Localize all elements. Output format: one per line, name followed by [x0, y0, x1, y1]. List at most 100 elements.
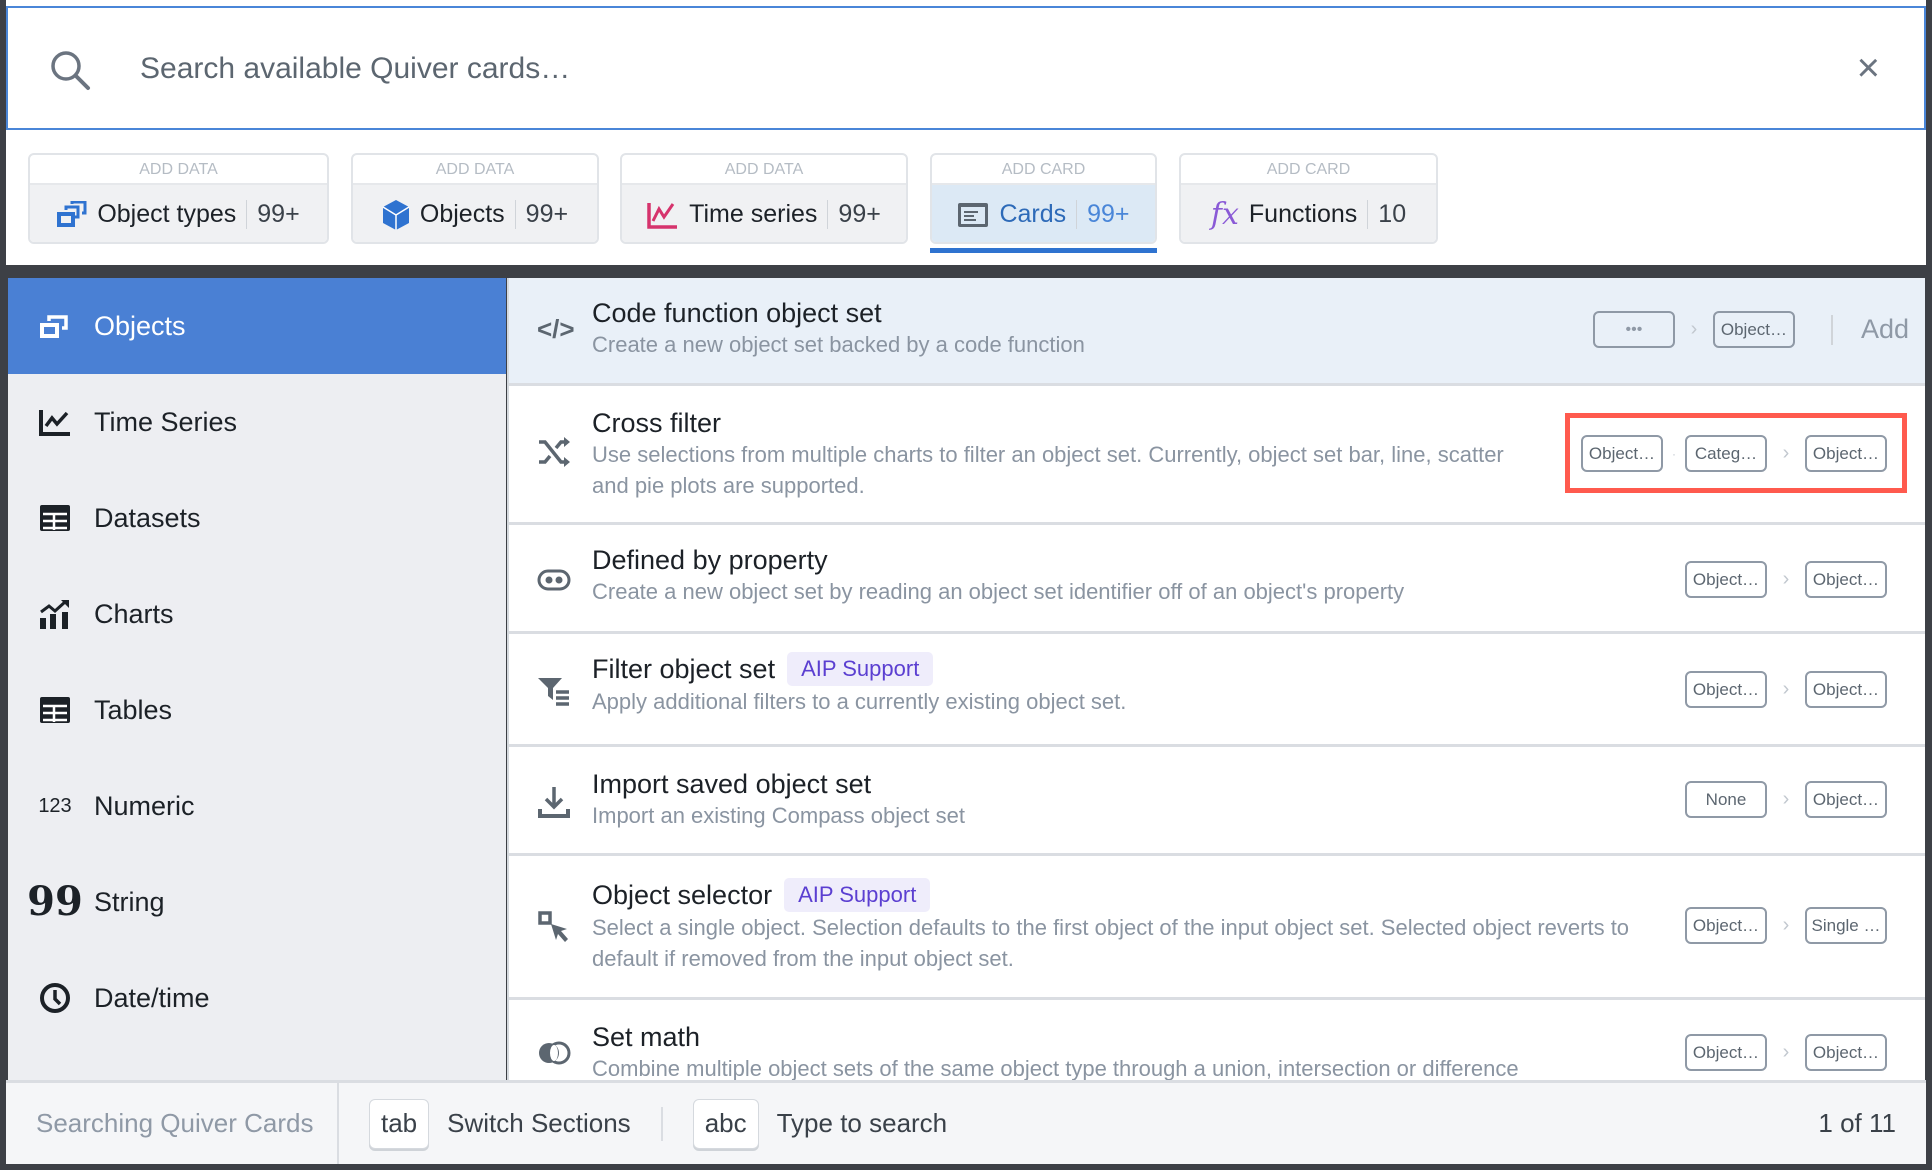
sidebar-item-objects[interactable]: Objects	[8, 278, 506, 374]
cube-icon	[382, 199, 410, 230]
chevron-right-icon: ›	[1782, 568, 1790, 590]
active-tab-indicator	[930, 248, 1157, 253]
function-icon: fx	[1210, 197, 1239, 232]
item-title: Object selector	[592, 879, 773, 910]
tab-caption: ADD CARD	[1181, 155, 1436, 185]
tab-count: 99+	[246, 200, 300, 229]
sidebar-item-datetime[interactable]: Date/time	[8, 950, 506, 1046]
tab-time-series[interactable]: ADD DATA Time series 99+	[620, 153, 908, 244]
tab-count: 99+	[1076, 200, 1130, 229]
input-pill[interactable]: None	[1685, 781, 1767, 818]
sidebar-item-string[interactable]: 99 String	[8, 854, 506, 950]
clock-icon	[38, 982, 72, 1014]
sidebar-item-tables[interactable]: Tables	[8, 662, 506, 758]
item-description: Combine multiple object sets of the same…	[592, 1056, 1519, 1080]
tab-object-types[interactable]: ADD DATA Object types 99+	[28, 153, 329, 244]
input-pill[interactable]: Object…	[1685, 561, 1767, 598]
output-pill[interactable]: Object…	[1712, 311, 1795, 348]
aip-support-badge: AIP Support	[787, 652, 934, 686]
chevron-right-icon: ›	[1690, 318, 1698, 340]
footer-bar: Searching Quiver Cards tab Switch Sectio…	[6, 1080, 1926, 1164]
item-description: Create a new object set by reading an ob…	[592, 579, 1405, 604]
timeseries-icon	[647, 202, 678, 229]
list-item-object-selector[interactable]: Object selector AIP Support Select a sing…	[509, 856, 1925, 1000]
chevron-right-icon: ›	[1782, 1041, 1790, 1063]
property-icon	[537, 569, 571, 591]
tab-count: 99+	[827, 200, 881, 229]
tab-caption: ADD DATA	[30, 155, 327, 185]
shuffle-icon	[539, 437, 570, 467]
tab-count: 10	[1367, 200, 1406, 229]
item-description: Apply additional filters to a currently …	[592, 689, 1127, 714]
tab-label: Objects	[419, 200, 505, 228]
tab-caption: ADD DATA	[353, 155, 597, 185]
item-title: Filter object set	[592, 653, 776, 684]
list-item-code-function-object-set[interactable]: </> Code function object set Create a ne…	[509, 278, 1925, 386]
output-pill[interactable]: Object…	[1805, 1034, 1887, 1071]
sidebar-item-label: Time Series	[94, 406, 238, 437]
tab-count: 99+	[514, 200, 568, 229]
tab-key-label: Switch Sections	[447, 1108, 631, 1138]
item-description: Create a new object set backed by a code…	[592, 332, 1085, 357]
tab-label: Cards	[999, 200, 1067, 228]
tab-functions[interactable]: ADD CARD fx Functions 10	[1179, 153, 1438, 244]
quote-icon: 99	[27, 878, 83, 925]
input-pill[interactable]: Object…	[1685, 671, 1767, 708]
input-pill[interactable]: •••	[1592, 311, 1675, 348]
search-icon	[51, 51, 90, 90]
tab-caption: ADD CARD	[932, 155, 1155, 185]
search-status: Searching Quiver Cards	[6, 1083, 339, 1164]
card-icon	[958, 202, 989, 227]
code-icon: </>	[537, 314, 575, 344]
line-chart-icon	[38, 408, 72, 436]
sidebar-item-label: Numeric	[94, 790, 195, 821]
output-pill[interactable]: Object…	[1805, 781, 1887, 818]
chevron-right-icon: ›	[1782, 914, 1790, 936]
input-pill[interactable]: Object…	[1685, 907, 1767, 944]
tab-label: Time series	[689, 200, 818, 228]
chevron-right-icon: ›	[1782, 788, 1790, 810]
tab-key: tab	[369, 1098, 430, 1149]
tab-cards[interactable]: ADD CARD Cards 99+	[930, 153, 1157, 244]
select-cursor-icon	[538, 911, 568, 942]
sidebar-item-numeric[interactable]: 123 Numeric	[8, 758, 506, 854]
output-pill[interactable]: Object…	[1805, 671, 1887, 708]
sidebar-item-label: Date/time	[94, 982, 210, 1013]
tab-objects[interactable]: ADD DATA Objects 99+	[351, 153, 599, 244]
divider	[1830, 314, 1833, 345]
list-item-set-math[interactable]: Set math Combine multiple object sets of…	[509, 1000, 1925, 1080]
list-item-filter-object-set[interactable]: Filter object set AIP Support Apply addit…	[509, 634, 1925, 747]
sidebar-item-label: Datasets	[94, 502, 201, 533]
sidebar-item-label: String	[94, 886, 165, 917]
sidebar-item-label: Tables	[94, 694, 173, 725]
card-list: </> Code function object set Create a ne…	[507, 278, 1925, 1080]
set-math-icon	[539, 1041, 571, 1065]
page-indicator: 1 of 11	[1818, 1108, 1896, 1138]
sidebar: Objects Time Series Datasets Charts Tabl…	[8, 278, 506, 1080]
chevron-right-icon: ›	[1782, 678, 1790, 700]
table-icon	[38, 504, 72, 532]
input-pill[interactable]: Object…	[1685, 1034, 1767, 1071]
search-bar[interactable]: Search available Quiver cards… ×	[6, 6, 1926, 130]
tab-label: Object types	[97, 200, 237, 228]
sidebar-item-datasets[interactable]: Datasets	[8, 470, 506, 566]
aip-support-badge: AIP Support	[784, 878, 931, 912]
sidebar-item-charts[interactable]: Charts	[8, 566, 506, 662]
list-item-import-saved-object-set[interactable]: Import saved object set Import an existi…	[509, 747, 1925, 856]
sidebar-item-time-series[interactable]: Time Series	[8, 374, 506, 470]
filter-list-icon	[538, 678, 569, 706]
close-icon[interactable]: ×	[1857, 46, 1880, 91]
objects-icon	[38, 313, 72, 339]
download-icon	[538, 787, 570, 818]
output-pill[interactable]: Single …	[1805, 907, 1887, 944]
sidebar-item-label: Objects	[94, 310, 186, 341]
numeric-icon: 123	[38, 794, 72, 817]
add-button[interactable]: Add	[1861, 314, 1909, 345]
output-pill[interactable]: Object…	[1805, 561, 1887, 598]
list-item-defined-by-property[interactable]: Defined by property Create a new object …	[509, 525, 1925, 634]
item-description: Use selections from multiple charts to f…	[592, 442, 1504, 498]
tab-caption: ADD DATA	[622, 155, 906, 185]
abc-key: abc	[692, 1098, 759, 1149]
divider	[660, 1106, 663, 1141]
search-input[interactable]: Search available Quiver cards…	[140, 52, 570, 86]
